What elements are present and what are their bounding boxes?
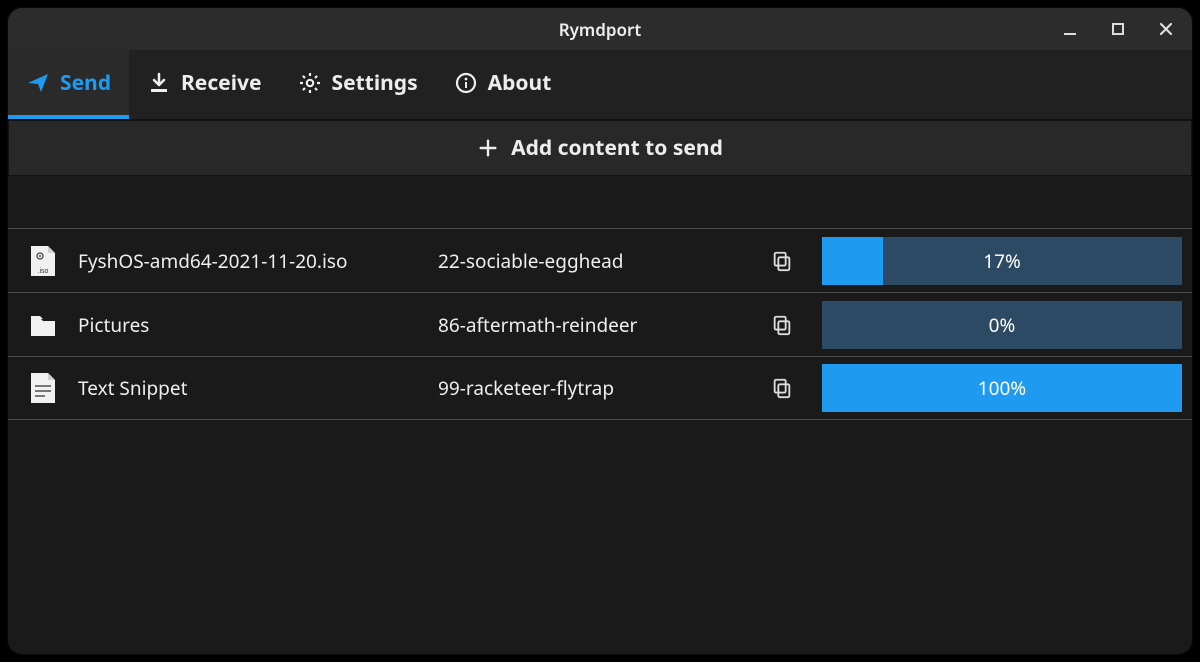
tab-label: Send (60, 69, 111, 97)
transfer-name: Pictures (78, 312, 438, 338)
progress-bar: 17% (822, 237, 1182, 285)
transfer-name: Text Snippet (78, 375, 438, 401)
maximize-button[interactable] (1098, 8, 1138, 50)
tab-settings[interactable]: Settings (280, 50, 436, 119)
progress-label: 100% (822, 364, 1182, 412)
transfer-row: Text Snippet 99-racketeer-flytrap 100% (8, 356, 1192, 420)
transfer-code: 86-aftermath-reindeer (438, 312, 762, 338)
folder-icon (8, 308, 78, 342)
transfer-row: Pictures 86-aftermath-reindeer 0% (8, 292, 1192, 356)
progress-bar: 100% (822, 364, 1182, 412)
plus-icon (477, 137, 499, 159)
download-icon (147, 71, 171, 95)
tab-receive[interactable]: Receive (129, 50, 280, 119)
copy-code-button[interactable] (762, 250, 802, 272)
svg-text:.iso: .iso (38, 268, 49, 275)
copy-code-button[interactable] (762, 377, 802, 399)
tab-label: Receive (181, 69, 262, 97)
tab-label: About (488, 69, 552, 97)
maximize-icon (1110, 21, 1126, 37)
tab-about[interactable]: About (436, 50, 570, 119)
transfer-name: FyshOS-amd64-2021-11-20.iso (78, 248, 438, 274)
progress-bar: 0% (822, 301, 1182, 349)
app-window: Rymdport Send Receive (8, 8, 1192, 654)
paper-plane-icon (26, 71, 50, 95)
copy-icon (771, 250, 793, 272)
progress-label: 0% (822, 301, 1182, 349)
copy-code-button[interactable] (762, 314, 802, 336)
copy-icon (771, 314, 793, 336)
transfer-code: 99-racketeer-flytrap (438, 375, 762, 401)
tab-label: Settings (332, 69, 418, 97)
text-file-icon (8, 371, 78, 405)
transfer-code: 22-sociable-egghead (438, 248, 762, 274)
info-icon (454, 71, 478, 95)
copy-icon (771, 377, 793, 399)
add-content-label: Add content to send (511, 134, 723, 162)
minimize-button[interactable] (1050, 8, 1090, 50)
transfer-row: .iso FyshOS-amd64-2021-11-20.iso 22-soci… (8, 228, 1192, 292)
tab-send[interactable]: Send (8, 50, 129, 119)
tabbar: Send Receive Settings About (8, 50, 1192, 120)
window-controls (1050, 8, 1186, 50)
titlebar: Rymdport (8, 8, 1192, 50)
close-icon (1158, 21, 1174, 37)
close-button[interactable] (1146, 8, 1186, 50)
gear-icon (298, 71, 322, 95)
add-content-button[interactable]: Add content to send (8, 120, 1192, 176)
transfer-list: .iso FyshOS-amd64-2021-11-20.iso 22-soci… (8, 228, 1192, 420)
window-title: Rymdport (8, 18, 1192, 41)
progress-label: 17% (822, 237, 1182, 285)
minimize-icon (1062, 21, 1078, 37)
iso-file-icon: .iso (8, 244, 78, 278)
